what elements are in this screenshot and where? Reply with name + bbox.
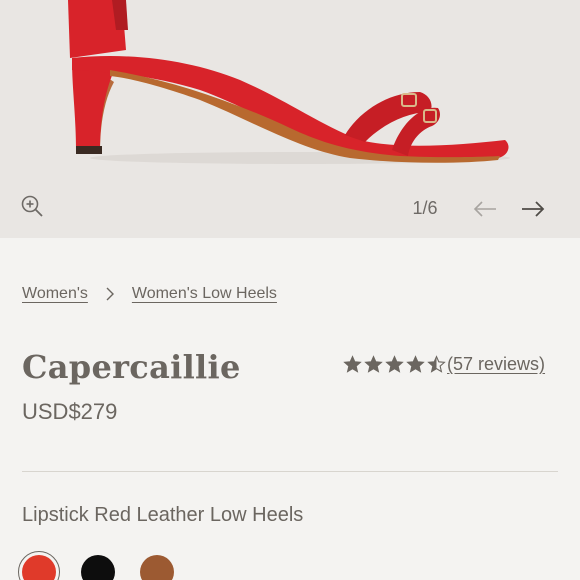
product-price: USD$279 [22, 399, 118, 424]
chevron-right-icon [106, 287, 114, 301]
star-half-icon [427, 355, 446, 373]
product-rating[interactable]: (57 reviews) [343, 354, 545, 375]
image-counter: 1/6 [412, 198, 438, 218]
swatch-color-dot [81, 555, 115, 580]
product-title: Capercaillie [22, 348, 241, 386]
color-swatch[interactable] [18, 551, 60, 580]
breadcrumb: Women's Women's Low Heels [22, 285, 277, 303]
arrow-left-icon[interactable] [472, 199, 498, 219]
color-swatch[interactable] [136, 551, 178, 580]
color-swatch[interactable] [77, 551, 119, 580]
breadcrumb-link-womens-low-heels[interactable]: Women's Low Heels [132, 285, 277, 303]
star-full-icon [343, 355, 362, 373]
swatch-color-dot [140, 555, 174, 580]
divider [22, 471, 558, 472]
zoom-in-icon[interactable] [20, 194, 44, 218]
arrow-right-icon[interactable] [520, 199, 546, 219]
star-full-icon [406, 355, 425, 373]
star-rating [343, 355, 446, 374]
product-image-gallery[interactable]: 1/6 [0, 0, 580, 238]
reviews-link[interactable]: (57 reviews) [447, 354, 545, 375]
color-swatches [18, 551, 178, 580]
breadcrumb-link-womens[interactable]: Women's [22, 285, 88, 303]
star-full-icon [385, 355, 404, 373]
star-full-icon [364, 355, 383, 373]
variant-name: Lipstick Red Leather Low Heels [22, 504, 304, 526]
swatch-color-dot [22, 555, 56, 580]
